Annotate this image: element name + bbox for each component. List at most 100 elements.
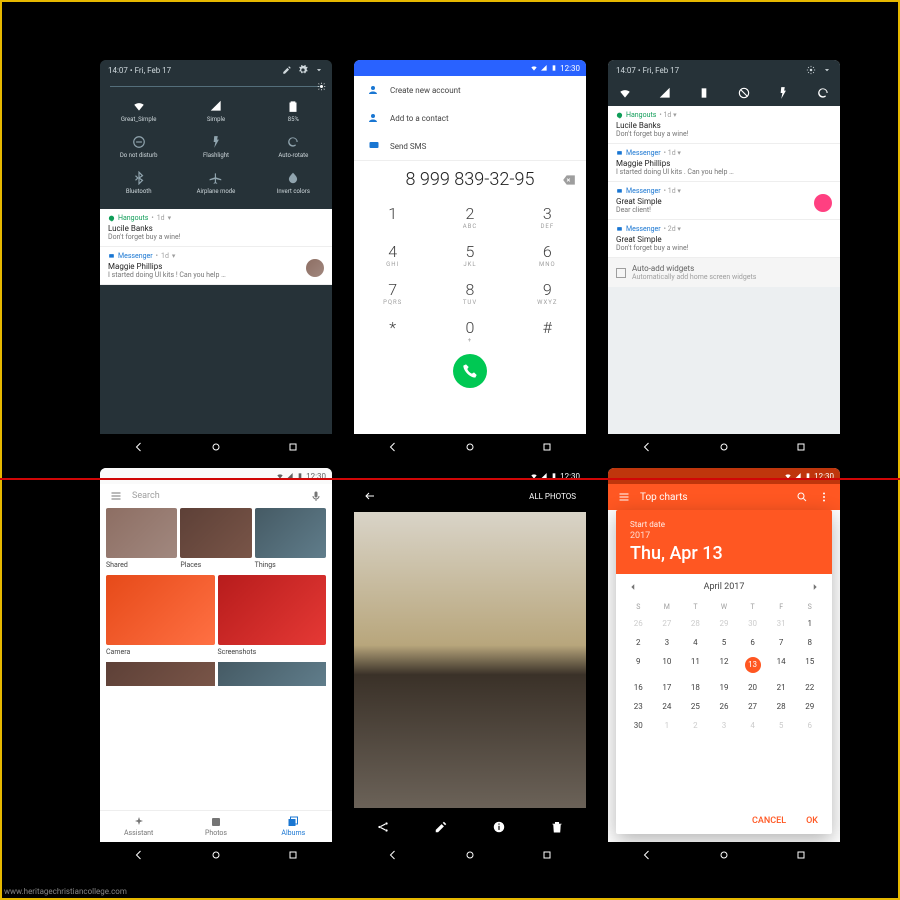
search-bar[interactable]: Search xyxy=(100,484,332,508)
chevron-down-icon[interactable] xyxy=(314,65,324,75)
calendar-day[interactable]: 1 xyxy=(795,614,824,633)
back-icon[interactable] xyxy=(387,441,399,453)
tile-invert[interactable]: Invert colors xyxy=(255,165,332,201)
all-photos-label[interactable]: ALL PHOTOS xyxy=(529,492,576,501)
tile-air[interactable]: Airplane mode xyxy=(177,165,254,201)
home-icon[interactable] xyxy=(718,441,730,453)
calendar-day[interactable]: 25 xyxy=(681,697,710,716)
calendar-day[interactable]: 16 xyxy=(624,678,653,697)
cancel-button[interactable]: CANCEL xyxy=(752,816,786,826)
calendar-day[interactable]: 7 xyxy=(767,633,796,652)
calendar-day[interactable]: 26 xyxy=(710,697,739,716)
calendar-day[interactable]: 22 xyxy=(795,678,824,697)
calendar-day[interactable]: 13 xyxy=(738,652,767,678)
recent-icon[interactable] xyxy=(541,849,553,861)
notification-item[interactable]: Messenger• 1d ▾Great SimpleDear client! xyxy=(608,182,840,220)
dialpad-key[interactable]: 9WXYZ xyxy=(509,274,586,312)
tile-cell[interactable]: Simple xyxy=(177,93,254,129)
calendar-day[interactable]: 30 xyxy=(624,716,653,735)
album-camera[interactable]: Camera xyxy=(106,575,215,662)
pencil-icon[interactable] xyxy=(434,820,448,834)
gear-icon[interactable] xyxy=(806,65,816,75)
dialpad-key[interactable]: 8TUV xyxy=(431,274,508,312)
calendar-day[interactable]: 29 xyxy=(795,697,824,716)
calendar-day[interactable]: 10 xyxy=(653,652,682,678)
calendar-day[interactable]: 26 xyxy=(624,614,653,633)
album-shared[interactable]: Shared xyxy=(106,508,177,575)
calendar-day[interactable]: 27 xyxy=(738,697,767,716)
tab-photos[interactable]: Photos xyxy=(177,811,254,842)
rotate-icon[interactable] xyxy=(816,86,830,100)
calendar-day[interactable]: 24 xyxy=(653,697,682,716)
dialpad-key[interactable]: 0+ xyxy=(431,312,508,350)
recent-icon[interactable] xyxy=(287,849,299,861)
notification-item[interactable]: Messenger• 1d ▾ Maggie Phillips I starte… xyxy=(100,247,332,285)
calendar-day[interactable]: 14 xyxy=(767,652,796,678)
home-icon[interactable] xyxy=(718,849,730,861)
tile-wifi[interactable]: Great_Simple xyxy=(100,93,177,129)
notification-item[interactable]: Messenger• 2d ▾Great SimpleDon't forget … xyxy=(608,220,840,258)
recent-icon[interactable] xyxy=(541,441,553,453)
trash-icon[interactable] xyxy=(550,820,564,834)
calendar-day[interactable]: 19 xyxy=(710,678,739,697)
album-things[interactable]: Things xyxy=(255,508,326,575)
calendar-day[interactable]: 31 xyxy=(767,614,796,633)
signal-icon[interactable] xyxy=(658,86,672,100)
auto-add-widgets[interactable]: Auto-add widgets Automatically add home … xyxy=(608,258,840,287)
tile-bt[interactable]: Bluetooth xyxy=(100,165,177,201)
chevron-down-icon[interactable] xyxy=(822,65,832,75)
tab-assistant[interactable]: Assistant xyxy=(100,811,177,842)
dialpad-key[interactable]: 6MNO xyxy=(509,236,586,274)
back-icon[interactable] xyxy=(133,441,145,453)
back-icon[interactable] xyxy=(641,849,653,861)
calendar-day[interactable]: 4 xyxy=(681,633,710,652)
home-icon[interactable] xyxy=(210,441,222,453)
info-icon[interactable] xyxy=(492,820,506,834)
dnd-icon[interactable] xyxy=(737,86,751,100)
menu-icon[interactable] xyxy=(618,491,630,503)
notification-item[interactable]: Messenger• 1d ▾Maggie PhillipsI started … xyxy=(608,144,840,182)
calendar-day[interactable]: 30 xyxy=(738,614,767,633)
tab-albums[interactable]: Albums xyxy=(255,811,332,842)
add-contact-row[interactable]: Add to a contact xyxy=(354,104,586,132)
tile-flash[interactable]: Flashlight xyxy=(177,129,254,165)
dialpad-key[interactable]: 1 xyxy=(354,198,431,236)
calendar-day[interactable]: 12 xyxy=(710,652,739,678)
send-sms-row[interactable]: Send SMS xyxy=(354,132,586,160)
calendar-day[interactable]: 5 xyxy=(710,633,739,652)
calendar-day[interactable]: 28 xyxy=(767,697,796,716)
calendar-day[interactable]: 29 xyxy=(710,614,739,633)
calendar-day[interactable]: 5 xyxy=(767,716,796,735)
battery-icon[interactable] xyxy=(697,86,711,100)
dialpad-key[interactable]: 3DEF xyxy=(509,198,586,236)
call-button[interactable] xyxy=(453,354,487,388)
menu-icon[interactable] xyxy=(110,490,122,502)
album-thumb[interactable] xyxy=(106,662,215,686)
more-icon[interactable] xyxy=(818,491,830,503)
recent-icon[interactable] xyxy=(287,441,299,453)
calendar-day[interactable]: 6 xyxy=(795,716,824,735)
calendar-day[interactable]: 1 xyxy=(653,716,682,735)
calendar-day[interactable]: 27 xyxy=(653,614,682,633)
calendar-day[interactable]: 15 xyxy=(795,652,824,678)
ok-button[interactable]: OK xyxy=(806,816,818,826)
back-icon[interactable] xyxy=(387,849,399,861)
back-arrow-icon[interactable] xyxy=(364,490,376,502)
calendar-day[interactable]: 6 xyxy=(738,633,767,652)
create-account-row[interactable]: Create new account xyxy=(354,76,586,104)
calendar-day[interactable]: 3 xyxy=(653,633,682,652)
calendar-day[interactable]: 3 xyxy=(710,716,739,735)
tile-dnd[interactable]: Do not disturb xyxy=(100,129,177,165)
home-icon[interactable] xyxy=(464,441,476,453)
tile-battery[interactable]: 85% xyxy=(255,93,332,129)
dialpad-key[interactable]: 2ABC xyxy=(431,198,508,236)
tile-rotate[interactable]: Auto-rotate xyxy=(255,129,332,165)
album-places[interactable]: Places xyxy=(180,508,251,575)
search-icon[interactable] xyxy=(796,491,808,503)
backspace-icon[interactable] xyxy=(562,173,576,187)
calendar-day[interactable]: 28 xyxy=(681,614,710,633)
share-icon[interactable] xyxy=(376,820,390,834)
dialpad-key[interactable]: 4GHI xyxy=(354,236,431,274)
calendar-day[interactable]: 21 xyxy=(767,678,796,697)
gear-icon[interactable] xyxy=(298,65,308,75)
